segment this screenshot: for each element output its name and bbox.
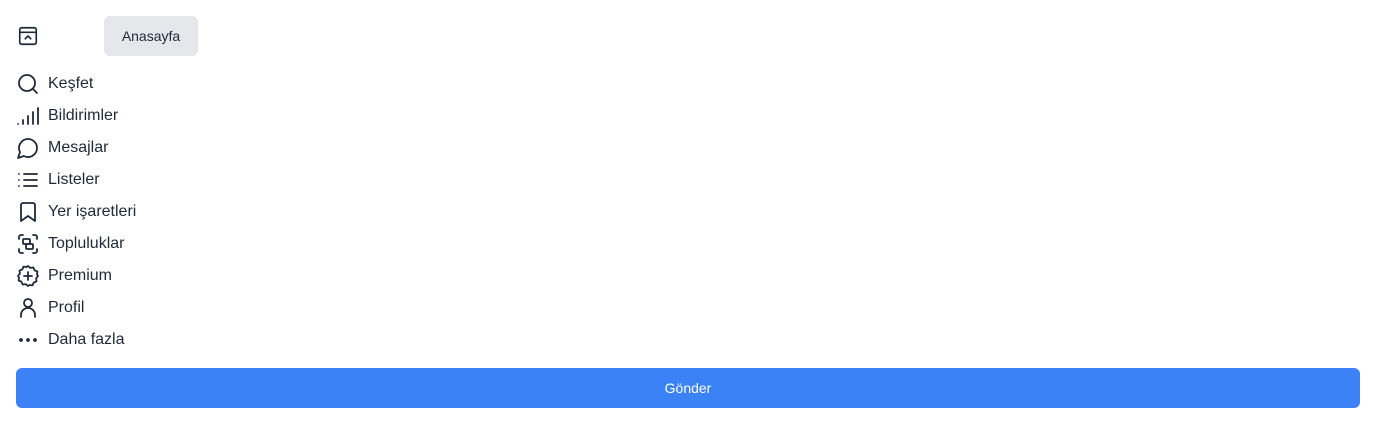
- nav-item-premium[interactable]: Premium: [16, 260, 316, 292]
- sidebar-nav: Keşfet Bildirimler Mesajlar Listeler Yer: [16, 68, 316, 356]
- nav-item-more[interactable]: Daha fazla: [16, 324, 316, 356]
- header: Anasayfa: [16, 16, 416, 56]
- search-icon: [16, 72, 40, 96]
- user-icon: [16, 296, 40, 320]
- nav-item-profile[interactable]: Profil: [16, 292, 316, 324]
- nav-item-label: Topluluklar: [48, 235, 125, 252]
- nav-item-label: Premium: [48, 267, 113, 284]
- send-button[interactable]: Gönder: [16, 368, 1360, 408]
- nav-item-label: Bildirimler: [48, 107, 119, 124]
- more-dots-icon: [16, 328, 40, 352]
- chat-bubble-icon: [16, 136, 40, 160]
- nav-item-messages[interactable]: Mesajlar: [16, 132, 316, 164]
- nav-item-label: Keşfet: [48, 75, 94, 92]
- nav-item-label: Mesajlar: [48, 139, 109, 156]
- signal-bars-icon: [16, 104, 40, 128]
- plus-badge-icon: [16, 264, 40, 288]
- nav-item-bookmarks[interactable]: Yer işaretleri: [16, 196, 316, 228]
- nav-item-label: Profil: [48, 299, 85, 316]
- home-button[interactable]: Anasayfa: [104, 16, 198, 56]
- list-icon: [16, 168, 40, 192]
- nav-item-label: Yer işaretleri: [48, 203, 137, 220]
- nav-item-notifications[interactable]: Bildirimler: [16, 100, 316, 132]
- app-window: Anasayfa Keşfet Bildirimler Mesajlar Lis…: [0, 0, 1376, 424]
- bookmark-icon: [16, 200, 40, 224]
- nav-item-communities[interactable]: Topluluklar: [16, 228, 316, 260]
- nav-item-explore[interactable]: Keşfet: [16, 68, 316, 100]
- communities-icon: [16, 232, 40, 256]
- app-logo-icon[interactable]: [16, 24, 40, 48]
- nav-item-label: Daha fazla: [48, 331, 125, 348]
- nav-item-label: Listeler: [48, 171, 100, 188]
- nav-item-lists[interactable]: Listeler: [16, 164, 316, 196]
